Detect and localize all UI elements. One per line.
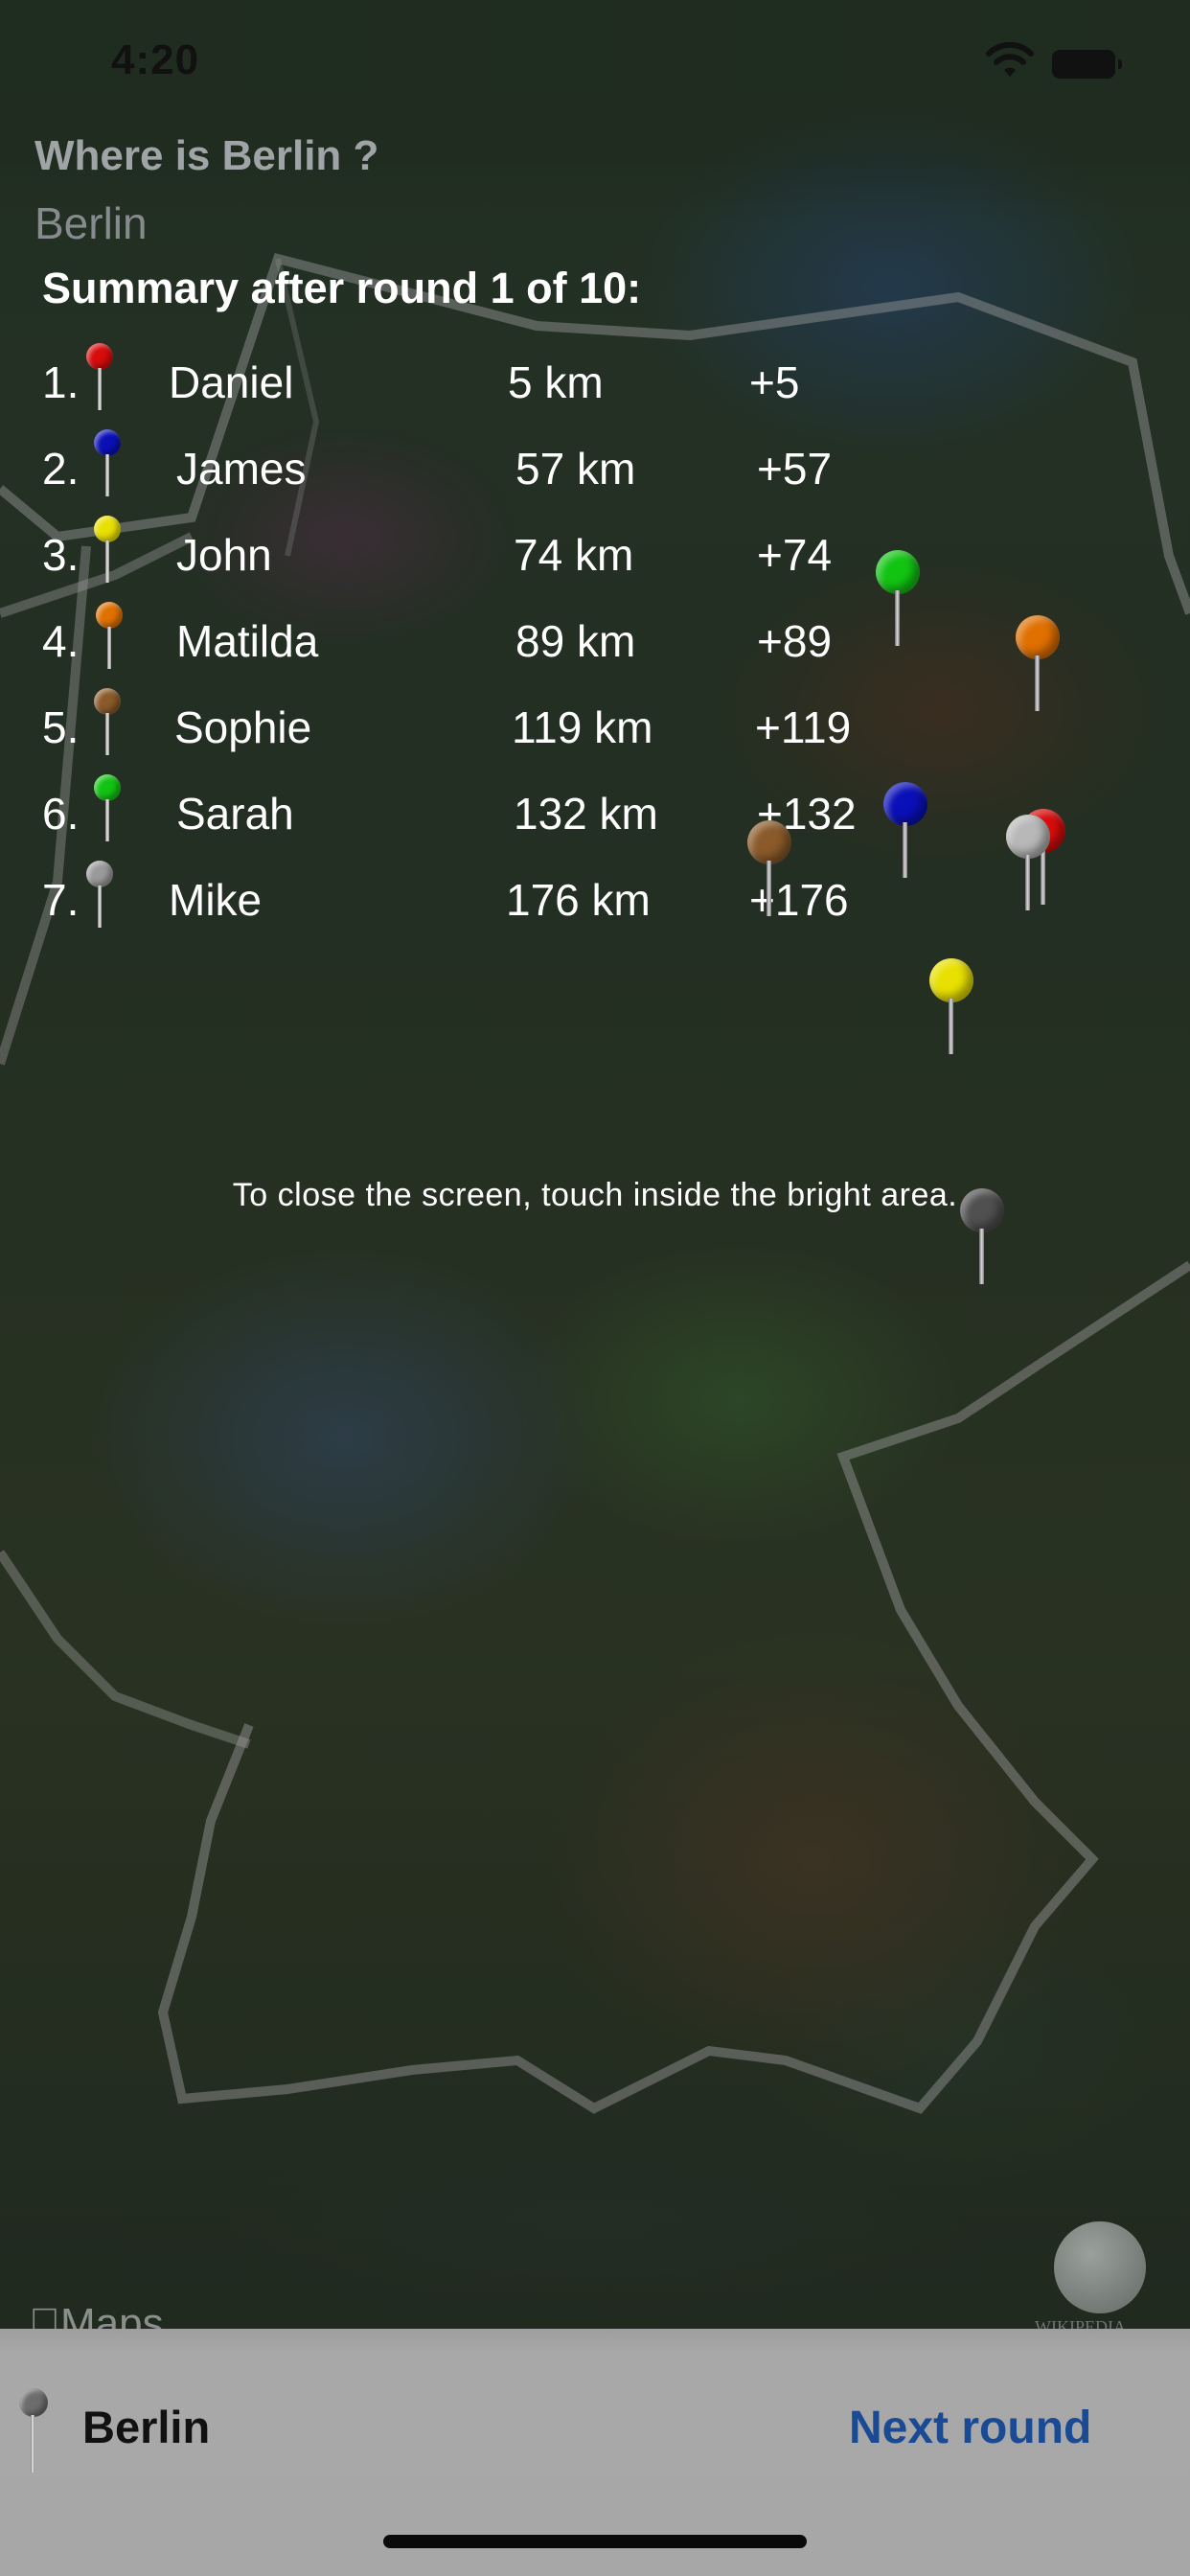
home-indicator[interactable]	[383, 2535, 807, 2548]
player-distance: 57 km	[515, 444, 636, 494]
player-score: +5	[749, 357, 800, 407]
player-distance: 74 km	[514, 530, 634, 580]
question-title: Where is Berlin ?	[34, 132, 379, 179]
map-dim-overlay	[0, 0, 1190, 2329]
player-name: Sarah	[176, 789, 294, 839]
player-distance: 5 km	[508, 357, 604, 407]
player-distance: 132 km	[514, 789, 658, 839]
rank-number: 5.	[42, 702, 80, 752]
summary-row: 1. Daniel 5 km +5	[42, 343, 904, 433]
player-score: +57	[757, 444, 833, 494]
blue-pin-icon	[94, 429, 123, 506]
player-distance: 89 km	[515, 616, 636, 666]
map-view[interactable]	[0, 0, 1190, 2329]
player-distance: 176 km	[506, 875, 651, 925]
gray-pin-icon	[19, 2388, 48, 2474]
orange-map-pin-icon	[1016, 615, 1060, 711]
brown-map-pin-icon	[747, 820, 791, 916]
close-hint: To close the screen, touch inside the br…	[232, 1177, 958, 1213]
player-distance: 119 km	[512, 702, 653, 752]
blue-map-pin-icon	[883, 782, 927, 878]
battery-icon	[1052, 50, 1122, 79]
player-name: Daniel	[169, 357, 294, 407]
rank-number: 7.	[42, 875, 80, 925]
yellow-pin-icon	[94, 516, 123, 592]
green-pin-icon	[94, 774, 123, 851]
player-score: +74	[757, 530, 833, 580]
player-score: +89	[757, 616, 833, 666]
yellow-map-pin-icon	[929, 958, 973, 1054]
green-map-pin-icon	[876, 550, 920, 646]
player-name: James	[176, 444, 307, 494]
summary-row: 5. Sophie 119 km +119	[42, 688, 904, 778]
status-time: 4:20	[111, 36, 200, 83]
rank-number: 4.	[42, 616, 80, 666]
brown-pin-icon	[94, 688, 123, 765]
current-city-label: Berlin	[82, 2402, 211, 2452]
status-bar: 4:20	[0, 0, 1190, 125]
wikipedia-globe-icon	[1054, 2221, 1146, 2313]
player-name: Matilda	[176, 616, 319, 666]
orange-pin-icon	[96, 602, 125, 678]
player-name: Mike	[169, 875, 263, 925]
player-name: Sophie	[174, 702, 312, 752]
player-score: +119	[755, 702, 852, 752]
summary-row: 2. James 57 km +57	[42, 429, 904, 519]
summary-row: 4. Matilda 89 km +89	[42, 602, 904, 692]
next-round-button[interactable]: Next round	[849, 2402, 1091, 2454]
gray-map-pin-icon	[1006, 815, 1050, 910]
rank-number: 1.	[42, 357, 80, 407]
wifi-icon	[986, 42, 1034, 77]
answer-label: Berlin	[34, 198, 148, 248]
rank-number: 3.	[42, 530, 80, 580]
rank-number: 6.	[42, 789, 80, 839]
player-name: John	[176, 530, 272, 580]
summary-row: 3. John 74 km +74	[42, 516, 904, 606]
summary-title: Summary after round 1 of 10:	[42, 264, 642, 312]
gray-pin-icon	[86, 861, 115, 937]
red-pin-icon	[86, 343, 115, 420]
rank-number: 2.	[42, 444, 80, 494]
